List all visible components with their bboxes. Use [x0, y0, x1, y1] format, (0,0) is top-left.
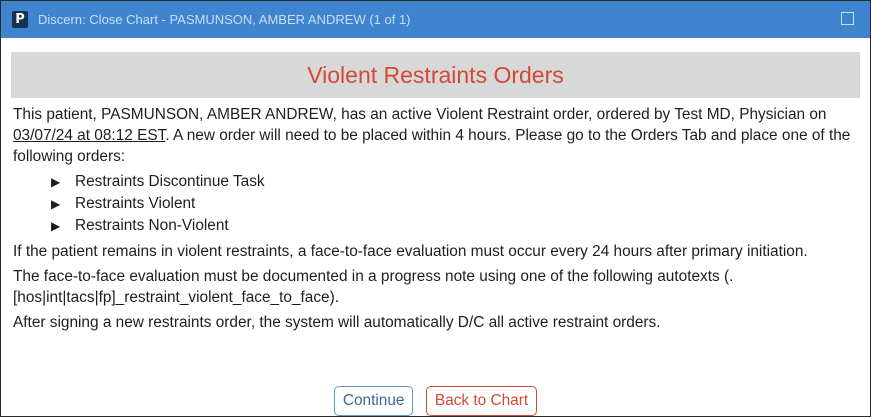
title-bar[interactable]: P Discern: Close Chart - PASMUNSON, AMBE… — [1, 1, 870, 38]
dialog-heading: Violent Restraints Orders — [307, 62, 564, 88]
intro-text-part1: This patient, PASMUNSON, AMBER ANDREW, h… — [13, 106, 827, 123]
continue-button[interactable]: Continue — [333, 386, 414, 416]
face-to-face-paragraph: If the patient remains in violent restra… — [13, 243, 808, 260]
dialog-content: This patient, PASMUNSON, AMBER ANDREW, h… — [13, 104, 864, 333]
dialog-heading-band: Violent Restraints Orders — [11, 52, 860, 98]
bullet-arrow-icon: ▶ — [51, 175, 61, 189]
orders-list: ▶ Restraints Discontinue Task ▶ Restraints… — [13, 171, 864, 237]
intro-paragraph: This patient, PASMUNSON, AMBER ANDREW, h… — [13, 104, 864, 167]
back-to-chart-button[interactable]: Back to Chart — [425, 386, 538, 416]
list-item: ▶ Restraints Discontinue Task — [13, 171, 864, 193]
window-title: Discern: Close Chart - PASMUNSON, AMBER … — [38, 12, 411, 27]
list-item: ▶ Restraints Violent — [13, 193, 864, 215]
maximize-icon[interactable] — [841, 12, 854, 25]
dialog-window: P Discern: Close Chart - PASMUNSON, AMBE… — [0, 0, 871, 417]
bullet-arrow-icon: ▶ — [51, 197, 61, 211]
order-name: Restraints Violent — [75, 195, 196, 212]
order-name: Restraints Non-Violent — [75, 217, 229, 234]
app-logo-icon: P — [12, 11, 28, 28]
button-row: Continue Back to Chart — [1, 386, 870, 416]
order-date: 03/07/24 at 08:12 EST — [13, 127, 166, 144]
list-item: ▶ Restraints Non-Violent — [13, 215, 864, 237]
documentation-paragraph: The face-to-face evaluation must be docu… — [13, 268, 734, 306]
auto-dc-paragraph: After signing a new restraints order, th… — [13, 314, 661, 331]
order-name: Restraints Discontinue Task — [75, 173, 265, 190]
bullet-arrow-icon: ▶ — [51, 219, 61, 233]
